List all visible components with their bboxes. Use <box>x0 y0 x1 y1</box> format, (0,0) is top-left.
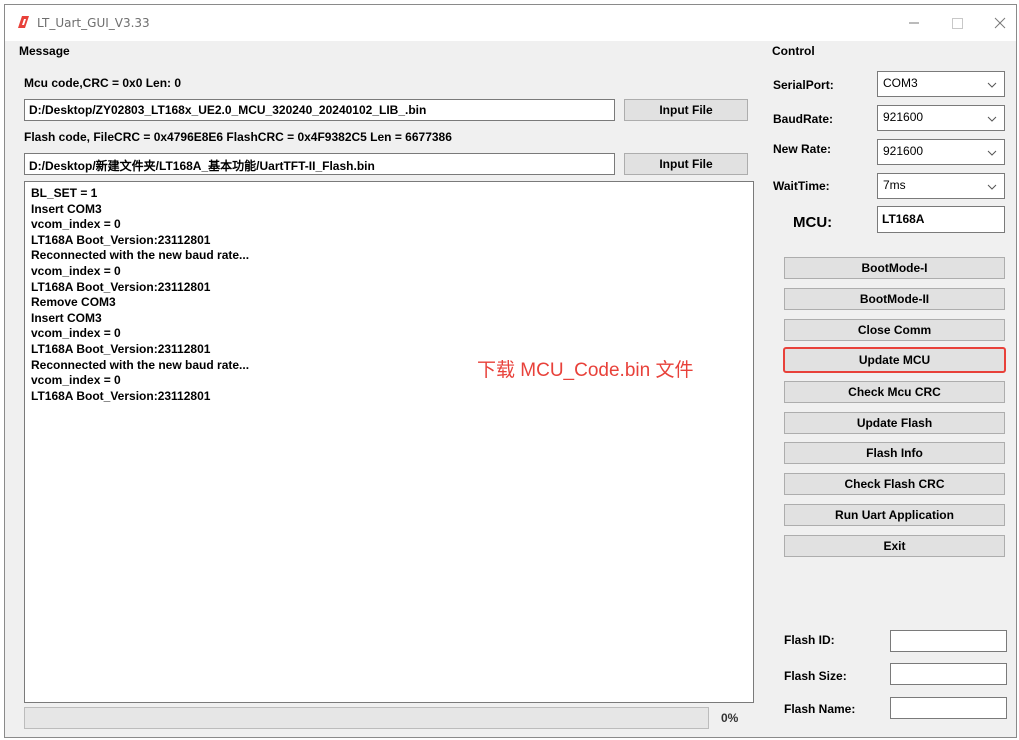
bootmode-2-button[interactable]: BootMode-II <box>784 288 1005 310</box>
serial-port-select[interactable]: COM3 <box>877 71 1005 97</box>
log-line: vcom_index = 0 <box>31 326 121 341</box>
wait-time-value: 7ms <box>883 178 906 192</box>
bootmode-1-button[interactable]: BootMode-I <box>784 257 1005 279</box>
close-comm-button[interactable]: Close Comm <box>784 319 1005 341</box>
close-icon <box>994 17 1006 29</box>
mcu-label: MCU: <box>793 214 833 231</box>
flash-name-field[interactable] <box>890 697 1007 719</box>
log-line: BL_SET = 1 <box>31 186 98 200</box>
log-line: vcom_index = 0 <box>31 263 121 278</box>
baud-rate-select[interactable]: 921600 <box>877 105 1005 131</box>
chevron-down-icon <box>987 116 997 122</box>
app-logo-icon <box>18 16 29 28</box>
flash-file-path-input[interactable]: D:/Desktop/新建文件夹/LT168A_基本功能/UartTFT-II_… <box>24 153 615 175</box>
mcu-file-path-input[interactable]: D:/Desktop/ZY02803_LT168x_UE2.0_MCU_3202… <box>24 99 615 121</box>
log-line: Reconnected with the new baud rate... <box>31 248 250 263</box>
chevron-down-icon <box>987 82 997 88</box>
message-log[interactable]: BL_SET = 1 Insert COM3 vcom_index = 0 LT168… <box>24 181 754 703</box>
app-window: LT_Uart_GUI_V3.33 Message Mcu code,CRC =… <box>4 4 1017 738</box>
maximize-button[interactable] <box>937 9 977 37</box>
flash-id-field[interactable] <box>890 630 1007 652</box>
flash-info-button[interactable]: Flash Info <box>784 442 1005 464</box>
progress-bar <box>24 707 709 729</box>
wait-time-label: WaitTime: <box>773 179 830 193</box>
minimize-button[interactable] <box>894 9 934 37</box>
mcu-code-info: Mcu code,CRC = 0x0 Len: 0 <box>24 76 182 90</box>
chevron-down-icon <box>987 150 997 156</box>
check-flash-crc-button[interactable]: Check Flash CRC <box>784 473 1005 495</box>
log-line: Insert COM3 <box>31 201 102 216</box>
minimize-icon <box>909 22 919 24</box>
log-line: vcom_index = 0 <box>31 217 121 232</box>
run-uart-application-button[interactable]: Run Uart Application <box>784 504 1005 526</box>
flash-size-field[interactable] <box>890 663 1007 685</box>
mcu-model-input[interactable]: LT168A <box>877 206 1005 233</box>
update-flash-button[interactable]: Update Flash <box>784 412 1005 434</box>
maximize-icon <box>951 17 963 29</box>
flash-name-label: Flash Name: <box>784 702 856 716</box>
chevron-down-icon <box>987 184 997 190</box>
log-line: Remove COM3 <box>31 295 116 310</box>
mcu-input-file-button[interactable]: Input File <box>624 99 748 121</box>
log-line: LT168A Boot_Version:23112801 <box>31 388 211 403</box>
log-line: LT168A Boot_Version:23112801 <box>31 279 211 294</box>
log-line: Insert COM3 <box>31 310 102 325</box>
baud-rate-value: 921600 <box>883 110 924 124</box>
baud-rate-label: BaudRate: <box>773 112 834 126</box>
new-rate-select[interactable]: 921600 <box>877 139 1005 165</box>
check-mcu-crc-button[interactable]: Check Mcu CRC <box>784 381 1005 403</box>
flash-input-file-button[interactable]: Input File <box>624 153 748 175</box>
flash-code-info: Flash code, FileCRC = 0x4796E8E6 FlashCR… <box>24 130 452 144</box>
new-rate-value: 921600 <box>883 144 924 158</box>
download-annotation: 下载 MCU_Code.bin 文件 <box>477 360 694 381</box>
flash-size-label: Flash Size: <box>784 669 847 683</box>
control-group-title: Control <box>772 44 815 58</box>
close-button[interactable] <box>980 9 1019 37</box>
serial-port-value: COM3 <box>883 76 918 90</box>
update-mcu-button[interactable]: Update MCU <box>783 347 1006 373</box>
serial-port-label: SerialPort: <box>773 78 834 92</box>
progress-percent: 0% <box>721 711 739 725</box>
exit-button[interactable]: Exit <box>784 535 1005 557</box>
log-line: LT168A Boot_Version:23112801 <box>31 232 211 247</box>
new-rate-label: New Rate: <box>773 142 832 156</box>
window-title: LT_Uart_GUI_V3.33 <box>37 16 150 30</box>
wait-time-select[interactable]: 7ms <box>877 173 1005 199</box>
flash-id-label: Flash ID: <box>784 633 835 647</box>
title-bar[interactable]: LT_Uart_GUI_V3.33 <box>5 5 1016 41</box>
message-group-title: Message <box>19 44 70 58</box>
